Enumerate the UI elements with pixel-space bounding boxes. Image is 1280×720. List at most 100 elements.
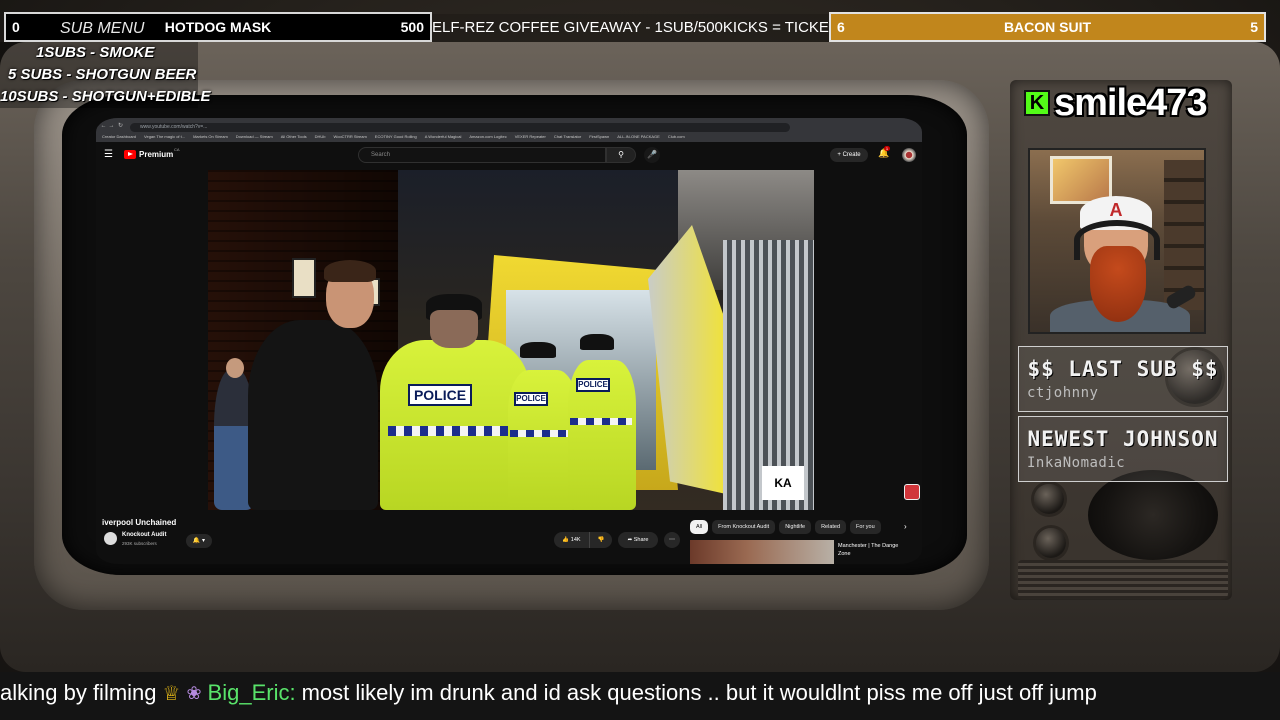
youtube-play-icon [124, 150, 136, 159]
bookmark-item[interactable]: Amazon.com Logitec [469, 132, 506, 142]
chat-username: Big_Eric: [207, 680, 296, 705]
chip-all[interactable]: All [690, 520, 709, 534]
bell-icon: 🔔 ▾ [192, 538, 206, 544]
search-button[interactable]: ⚲ [606, 147, 636, 163]
sub-menu: 1SUBS - SMOKE 5 SUBS - SHOTGUN BEER 10SU… [0, 42, 210, 108]
bookmark-item[interactable]: WooCTRR Stream [334, 132, 367, 142]
bookmark-item[interactable]: A Wonderful Magical [425, 132, 462, 142]
recommended-video-title[interactable]: Manchester | The Dange Zone [838, 542, 914, 558]
sub-menu-item: 1SUBS - SMOKE [36, 44, 155, 61]
bookmark-item[interactable]: Creator Dashboard [102, 132, 136, 142]
end-screen-icon[interactable] [904, 484, 920, 500]
young-man-hair [324, 260, 376, 282]
goal-target: 500 [400, 19, 424, 35]
last-sub-name: ctjohnny [1027, 385, 1099, 401]
kick-username-badge: K smile473 [1018, 80, 1232, 126]
recommended-title-line: Manchester | The Dange [838, 543, 899, 549]
chat-message: most likely im drunk and id ask question… [301, 680, 1097, 705]
top-ticker: ELF-REZ COFFEE GIVEAWAY - 1SUB/500KICKS … [432, 14, 830, 42]
chat-ticker: alking by filming ♕ ❀ Big_Eric: most lik… [0, 672, 1280, 720]
last-sub-box: $$ LAST SUB $$ ctjohnny [1018, 346, 1228, 412]
bookmark-item[interactable]: Chat Translator [554, 132, 581, 142]
create-button[interactable]: + Create [830, 148, 868, 162]
chevron-right-icon[interactable]: › [904, 522, 907, 531]
stream-overlay: ← → ↻ www.youtube.com/watch?v=... Creato… [0, 0, 1280, 720]
kick-icon: K [1024, 90, 1050, 116]
sub-menu-title: SUB MENU [60, 20, 145, 37]
address-bar[interactable]: www.youtube.com/watch?v=... [130, 123, 790, 132]
bookmark-item[interactable]: Club.com [668, 132, 685, 142]
share-label: Share [633, 537, 649, 543]
like-dislike-group: 👍 14K 👎 [554, 532, 612, 548]
goal-bar-bacon-suit: 6 BACON SUIT 5 [829, 12, 1266, 42]
newest-johnson-title: NEWEST JOHNSON [1027, 427, 1219, 451]
search-input[interactable]: Search [358, 147, 606, 163]
bookmarks-bar: Creator Dashboard Vegan The magic of t...… [96, 132, 922, 142]
tv-knob-bottom [1036, 528, 1066, 558]
kick-username: smile473 [1054, 81, 1208, 124]
chip-related[interactable]: Related [815, 520, 847, 534]
badge-icon: ❀ [186, 682, 202, 703]
like-button[interactable]: 👍 14K [554, 532, 590, 548]
chip-for-you[interactable]: For you [850, 520, 881, 534]
police-checker-band [510, 430, 574, 437]
youtube-logo[interactable]: Premium [124, 150, 173, 159]
police-badge: POLICE [408, 384, 472, 406]
chat-line: alking by filming ♕ ❀ Big_Eric: most lik… [0, 680, 1097, 706]
youtube-logo-text: Premium [139, 150, 174, 159]
newest-johnson-box: NEWEST JOHNSON InkaNomadic [1018, 416, 1228, 482]
chip-nightlife[interactable]: Nightlife [779, 520, 812, 534]
building-window [292, 258, 316, 298]
bystander-head [226, 358, 244, 378]
share-button[interactable]: ➦ Share [618, 532, 658, 548]
forward-icon[interactable]: → [108, 123, 115, 130]
goal-target: 5 [1250, 19, 1258, 35]
thumbs-down-icon: 👎 [597, 537, 605, 543]
bookmark-item[interactable]: ALL-IN-ONE PACKAGE [617, 132, 660, 142]
tv-knob-top [1034, 484, 1064, 514]
notification-count: 1 [884, 146, 890, 151]
young-man [248, 320, 378, 510]
tv-speaker-vent [1018, 560, 1228, 598]
sub-menu-item: 10SUBS - SHOTGUN+EDIBLE [0, 88, 211, 105]
bookmark-item[interactable]: DHUb [315, 132, 326, 142]
bookmark-item[interactable]: Vegan The magic of t... [144, 132, 185, 142]
more-actions-button[interactable]: ⋯ [664, 532, 680, 548]
video-player[interactable]: POLICE POLICE POLICE KA [208, 170, 814, 510]
bookmark-item[interactable]: FirstSpawn [589, 132, 609, 142]
goal-name: BACON SUIT [1003, 19, 1092, 35]
police-hat [580, 334, 614, 350]
recommendation-chips: All From Knockout Audit Nightlife Relate… [690, 520, 881, 534]
police-hat [520, 342, 556, 358]
mic-icon: 🎤 [647, 150, 657, 159]
country-code: CA [174, 147, 180, 152]
video-title: iverpool Unchained [102, 518, 177, 527]
headphones [1074, 220, 1160, 260]
chip-from-channel[interactable]: From Knockout Audit [712, 520, 776, 534]
police-badge: POLICE [514, 392, 548, 406]
channel-name[interactable]: Knockout Audit [122, 532, 166, 538]
police-checker-band [570, 418, 632, 425]
officer-head [430, 310, 478, 348]
account-avatar[interactable] [902, 148, 916, 162]
back-icon[interactable]: ← [100, 123, 107, 130]
bookmark-item[interactable]: ECOTINY Good Rolling [375, 132, 417, 142]
bookmark-item[interactable]: Download — Stream [236, 132, 273, 142]
mic-button[interactable]: 🎤 [644, 147, 660, 163]
thumbs-up-icon: 👍 [562, 537, 571, 543]
bookmark-item[interactable]: All Other Tools [281, 132, 307, 142]
recommended-video-thumbnail[interactable] [690, 540, 834, 564]
reload-icon[interactable]: ↻ [117, 123, 124, 130]
channel-watermark: KA [762, 466, 804, 500]
subscription-bell-button[interactable]: 🔔 ▾ [186, 534, 212, 548]
channel-avatar[interactable] [104, 532, 117, 545]
police-checker-band [388, 426, 524, 436]
menu-icon[interactable]: ☰ [104, 150, 113, 160]
sub-menu-item: 5 SUBS - SHOTGUN BEER [8, 66, 197, 83]
cap-logo: A [1109, 200, 1123, 220]
bookmark-item[interactable]: Markets On Stream [193, 132, 228, 142]
last-sub-title: $$ LAST SUB $$ [1027, 357, 1219, 381]
dislike-button[interactable]: 👎 [590, 532, 612, 548]
bookmark-item[interactable]: VEXER Repeater [515, 132, 546, 142]
webcam-feed: A [1028, 148, 1206, 334]
